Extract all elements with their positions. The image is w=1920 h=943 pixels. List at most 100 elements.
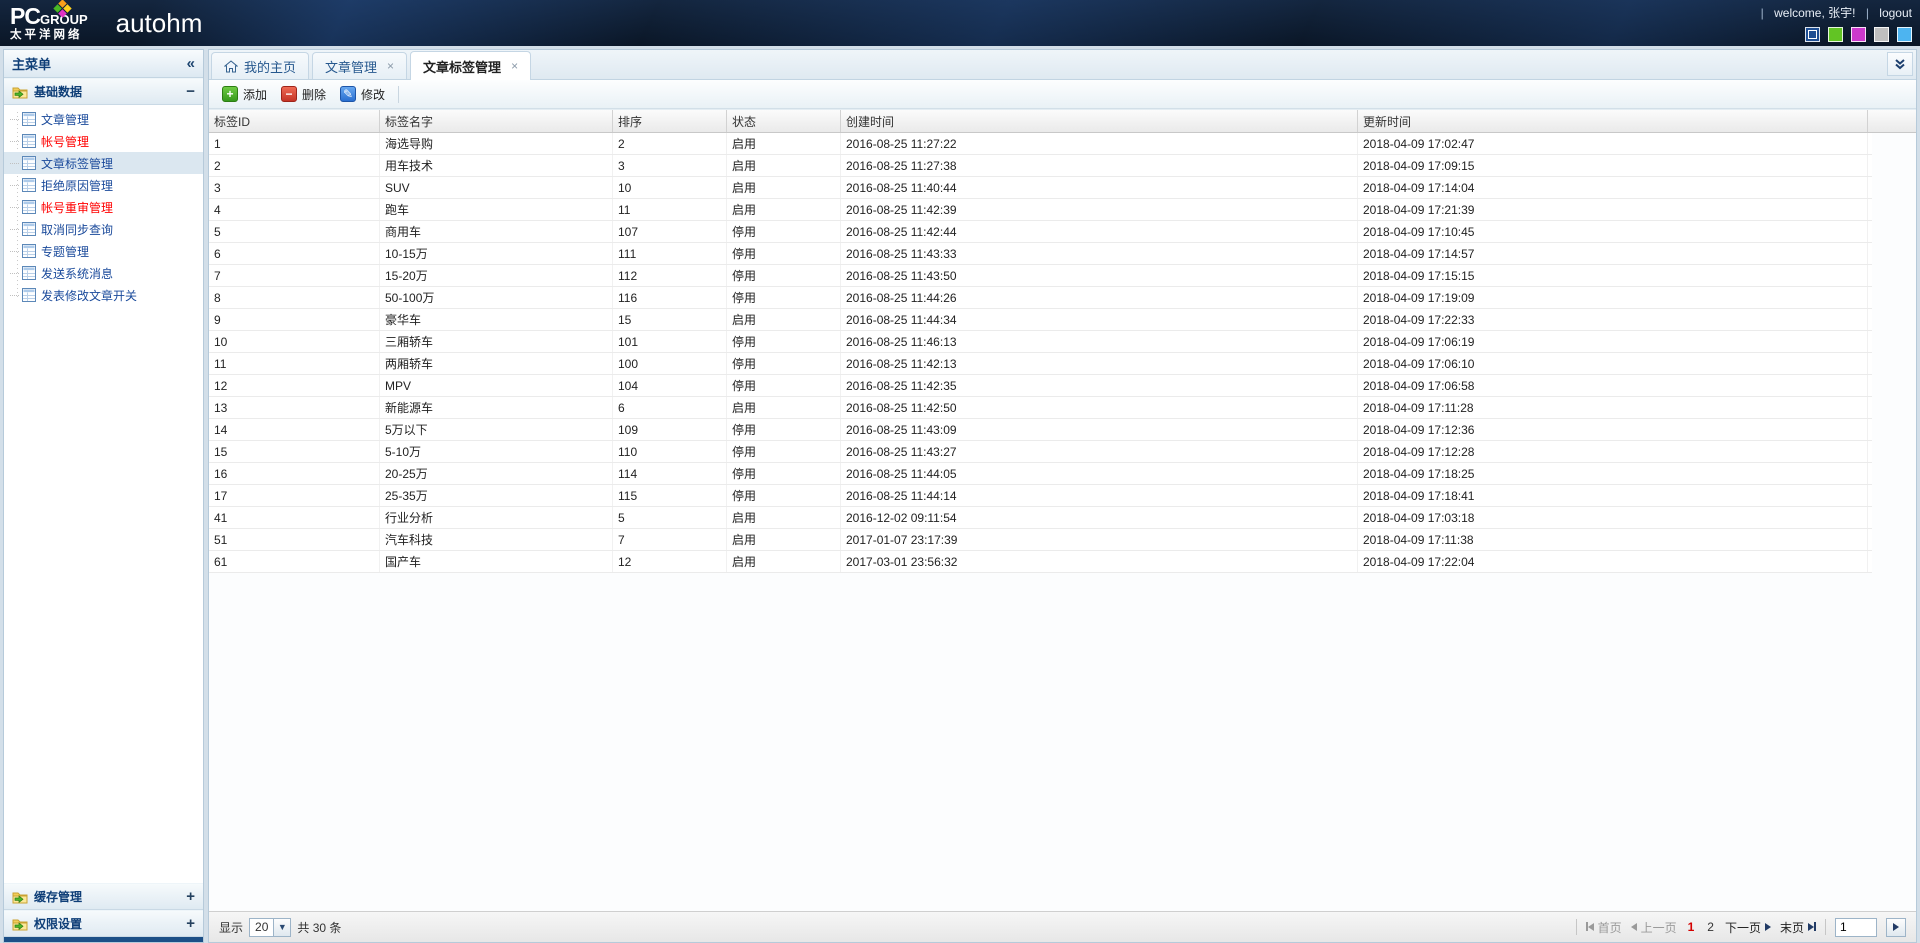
table-cell: 2018-04-09 17:03:18 (1358, 507, 1868, 528)
table-cell: 2016-08-25 11:42:39 (841, 199, 1358, 220)
sidebar-tree-item-7[interactable]: 发送系统消息 (4, 262, 203, 284)
table-cell: 5-10万 (380, 441, 613, 462)
table-row-1[interactable]: 2用车技术3启用2016-08-25 11:27:382018-04-09 17… (209, 155, 1872, 177)
table-cell: 停用 (727, 485, 841, 506)
table-row-16[interactable]: 1725-35万115停用2016-08-25 11:44:142018-04-… (209, 485, 1872, 507)
sidebar-footer-strip (4, 937, 203, 942)
sidebar-tree-item-1[interactable]: 帐号管理 (4, 130, 203, 152)
table-row-2[interactable]: 3SUV10启用2016-08-25 11:40:442018-04-09 17… (209, 177, 1872, 199)
table-row-7[interactable]: 850-100万116停用2016-08-25 11:44:262018-04-… (209, 287, 1872, 309)
add-button[interactable]: + 添加 (215, 83, 274, 106)
column-header-5[interactable]: 更新时间 (1358, 110, 1868, 132)
goto-page-input[interactable] (1835, 918, 1877, 937)
table-cell: 停用 (727, 243, 841, 264)
theme-swatch-magenta[interactable] (1851, 27, 1866, 42)
theme-swatch-lightblue[interactable] (1897, 27, 1912, 42)
edit-button-label: 修改 (361, 86, 385, 103)
column-header-3[interactable]: 状态 (727, 110, 841, 132)
table-row-4[interactable]: 5商用车107停用2016-08-25 11:42:442018-04-09 1… (209, 221, 1872, 243)
sidebar-tree-item-6[interactable]: 专题管理 (4, 240, 203, 262)
table-cell: 2016-08-25 11:43:27 (841, 441, 1358, 462)
sidebar-section-permissions[interactable]: 权限设置 + (4, 910, 203, 937)
double-chevron-down-icon (1894, 58, 1906, 70)
table-row-11[interactable]: 12MPV104停用2016-08-25 11:42:352018-04-09 … (209, 375, 1872, 397)
expand-plus-icon[interactable]: + (186, 889, 195, 904)
table-row-13[interactable]: 145万以下109停用2016-08-25 11:43:092018-04-09… (209, 419, 1872, 441)
next-page-button[interactable]: 下一页 (1725, 919, 1771, 936)
delete-icon: − (281, 86, 297, 102)
theme-swatch-gray[interactable] (1874, 27, 1889, 42)
table-cell: 2016-08-25 11:43:09 (841, 419, 1358, 440)
table-cell: 汽车科技 (380, 529, 613, 550)
table-row-0[interactable]: 1海选导购2启用2016-08-25 11:27:222018-04-09 17… (209, 133, 1872, 155)
tab-1[interactable]: 文章管理× (312, 52, 407, 79)
collapse-minus-icon[interactable]: − (186, 84, 195, 99)
theme-swatch-green[interactable] (1828, 27, 1843, 42)
table-row-9[interactable]: 10三厢轿车101停用2016-08-25 11:46:132018-04-09… (209, 331, 1872, 353)
table-row-17[interactable]: 41行业分析5启用2016-12-02 09:11:542018-04-09 1… (209, 507, 1872, 529)
table-row-6[interactable]: 715-20万112停用2016-08-25 11:43:502018-04-0… (209, 265, 1872, 287)
table-cell: 2016-08-25 11:40:44 (841, 177, 1358, 198)
delete-button[interactable]: − 删除 (274, 83, 333, 106)
table-row-8[interactable]: 9豪华车15启用2016-08-25 11:44:342018-04-09 17… (209, 309, 1872, 331)
column-header-0[interactable]: 标签ID (209, 110, 380, 132)
theme-swatch-navy[interactable] (1805, 27, 1820, 42)
column-header-1[interactable]: 标签名字 (380, 110, 613, 132)
table-row-3[interactable]: 4跑车11启用2016-08-25 11:42:392018-04-09 17:… (209, 199, 1872, 221)
sidebar-collapse-icon[interactable]: « (187, 56, 195, 71)
tree-item-label: 文章管理 (41, 111, 89, 128)
table-row-15[interactable]: 1620-25万114停用2016-08-25 11:44:052018-04-… (209, 463, 1872, 485)
table-cell: 5万以下 (380, 419, 613, 440)
sidebar-section-cache[interactable]: 缓存管理 + (4, 883, 203, 910)
total-count-label: 共 30 条 (297, 919, 341, 936)
tab-close-icon[interactable]: × (387, 59, 394, 73)
tab-0[interactable]: 我的主页 (211, 52, 309, 79)
table-cell: 启用 (727, 551, 841, 572)
tab-2[interactable]: 文章标签管理× (410, 51, 531, 80)
tab-close-icon[interactable]: × (511, 59, 518, 73)
sidebar-tree-item-3[interactable]: 拒绝原因管理 (4, 174, 203, 196)
table-cell: 2016-08-25 11:44:14 (841, 485, 1358, 506)
tab-label: 我的主页 (244, 57, 296, 76)
column-header-4[interactable]: 创建时间 (841, 110, 1358, 132)
column-header-2[interactable]: 排序 (613, 110, 727, 132)
sidebar-tree-item-2[interactable]: 文章标签管理 (4, 152, 203, 174)
table-cell: 2 (209, 155, 380, 176)
table-row-14[interactable]: 155-10万110停用2016-08-25 11:43:272018-04-0… (209, 441, 1872, 463)
grid-body: 1海选导购2启用2016-08-25 11:27:222018-04-09 17… (209, 133, 1916, 911)
edit-button[interactable]: ✎ 修改 (333, 83, 392, 106)
page-number-1[interactable]: 1 (1686, 920, 1697, 934)
logo-pc-text: PC (10, 3, 40, 29)
expand-plus-icon[interactable]: + (186, 916, 195, 931)
table-row-10[interactable]: 11两厢轿车100停用2016-08-25 11:42:132018-04-09… (209, 353, 1872, 375)
table-row-19[interactable]: 61国产车12启用2017-03-01 23:56:322018-04-09 1… (209, 551, 1872, 573)
table-cell: 41 (209, 507, 380, 528)
table-cell: 2018-04-09 17:02:47 (1358, 133, 1868, 154)
next-page-icon (1765, 923, 1771, 931)
logout-link[interactable]: logout (1879, 6, 1912, 20)
goto-page-button[interactable] (1886, 918, 1906, 937)
sidebar-tree-item-8[interactable]: 发表修改文章开关 (4, 284, 203, 306)
table-cell: 2016-12-02 09:11:54 (841, 507, 1358, 528)
grid-icon (22, 112, 36, 126)
dropdown-arrow-icon[interactable]: ▼ (273, 919, 290, 936)
sidebar-tree-item-5[interactable]: 取消同步查询 (4, 218, 203, 240)
sidebar-section-basic-data[interactable]: 基础数据 − (4, 78, 203, 105)
section-label: 基础数据 (34, 83, 82, 100)
sidebar-tree-item-4[interactable]: 帐号重审管理 (4, 196, 203, 218)
table-row-5[interactable]: 610-15万111停用2016-08-25 11:43:332018-04-0… (209, 243, 1872, 265)
last-page-button[interactable]: 末页 (1780, 919, 1816, 936)
table-cell: 2016-08-25 11:42:35 (841, 375, 1358, 396)
page-number-2[interactable]: 2 (1705, 920, 1716, 934)
prev-page-button[interactable]: 上一页 (1631, 919, 1677, 936)
table-cell: 2017-01-07 23:17:39 (841, 529, 1358, 550)
table-row-12[interactable]: 13新能源车6启用2016-08-25 11:42:502018-04-09 1… (209, 397, 1872, 419)
table-cell: 跑车 (380, 199, 613, 220)
sidebar-tree-item-0[interactable]: 文章管理 (4, 108, 203, 130)
grid-icon (22, 200, 36, 214)
table-cell: 2016-08-25 11:44:26 (841, 287, 1358, 308)
tab-overflow-button[interactable] (1887, 52, 1913, 76)
first-page-button[interactable]: 首页 (1586, 919, 1622, 936)
table-row-18[interactable]: 51汽车科技7启用2017-01-07 23:17:392018-04-09 1… (209, 529, 1872, 551)
page-size-select[interactable]: 20 ▼ (249, 918, 291, 937)
